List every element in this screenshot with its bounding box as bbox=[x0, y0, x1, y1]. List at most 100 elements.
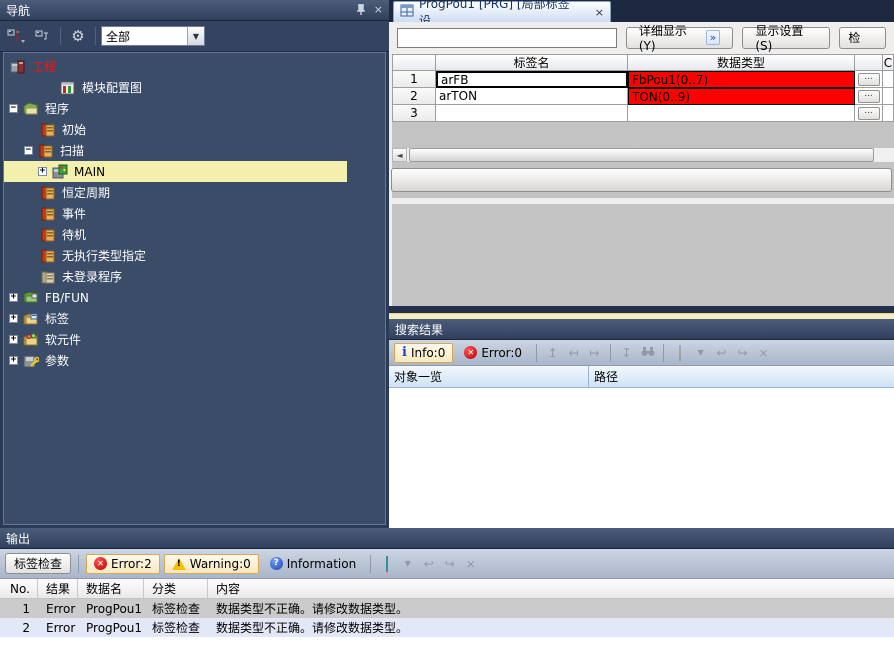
tree-item-device[interactable]: + 软元件 bbox=[4, 329, 385, 350]
tree-display-mode-icon[interactable] bbox=[4, 25, 28, 47]
highlight-swatch-icon[interactable] bbox=[378, 557, 395, 571]
ellipsis-button[interactable]: ... bbox=[858, 107, 880, 120]
expand-icon[interactable]: + bbox=[38, 167, 47, 176]
expand-icon[interactable]: + bbox=[9, 356, 18, 365]
tree-item-label: 待机 bbox=[62, 226, 92, 243]
program-exec-icon bbox=[40, 227, 56, 243]
tree-item-unregistered[interactable]: 未登录程序 bbox=[4, 266, 385, 287]
collapse-icon[interactable]: − bbox=[9, 104, 18, 113]
column-data-name[interactable]: 数据名 bbox=[78, 579, 144, 598]
grid-cell-label-name[interactable]: arTON bbox=[436, 88, 628, 105]
output-row[interactable]: 1 Error ProgPou1 标签检查 数据类型不正确。请修改数据类型。 bbox=[0, 599, 894, 618]
ellipsis-button[interactable]: ... bbox=[858, 90, 880, 103]
output-row[interactable]: 2 Error ProgPou1 标签检查 数据类型不正确。请修改数据类型。 bbox=[0, 618, 894, 637]
grid-cell-cut[interactable] bbox=[883, 105, 894, 122]
tree-item-label-group[interactable]: + 标签 bbox=[4, 308, 385, 329]
column-content[interactable]: 内容 bbox=[208, 579, 894, 598]
jump-next-icon[interactable]: ↪ bbox=[441, 557, 458, 571]
tree-item-program[interactable]: − 程序 bbox=[4, 98, 385, 119]
tree-item-no-exec-type[interactable]: 无执行类型指定 bbox=[4, 245, 385, 266]
tree-item-event[interactable]: 事件 bbox=[4, 203, 385, 224]
jump-clear-icon[interactable]: ⨯ bbox=[462, 557, 479, 571]
grid-row-number[interactable]: 1 bbox=[392, 71, 436, 88]
detail-display-button[interactable]: 详细显示(Y) » bbox=[626, 27, 734, 49]
info-filter-button[interactable]: i Info:0 bbox=[394, 343, 453, 363]
error-filter-button[interactable]: ✕ Error:2 bbox=[86, 554, 160, 574]
tree-item-initial[interactable]: 初始 bbox=[4, 119, 385, 140]
jump-next-icon[interactable]: ↪ bbox=[734, 346, 751, 360]
grid-header-data-type[interactable]: 数据类型 bbox=[628, 54, 855, 71]
program-exec-icon bbox=[40, 185, 56, 201]
column-result[interactable]: 结果 bbox=[38, 579, 78, 598]
horizontal-scrollbar[interactable]: ◄ bbox=[392, 148, 894, 162]
program-exec-icon bbox=[40, 122, 56, 138]
grid-row-number[interactable]: 2 bbox=[392, 88, 436, 105]
grid-cell-data-type[interactable] bbox=[628, 105, 855, 122]
binoculars-icon[interactable] bbox=[639, 346, 656, 360]
grid-cell-data-type-error[interactable]: TON(0..9) bbox=[628, 88, 855, 105]
tree-item-parameter[interactable]: + 参数 bbox=[4, 350, 385, 371]
tree-item-fbfun[interactable]: + FB/FUN bbox=[4, 287, 385, 308]
pin-icon[interactable] bbox=[356, 4, 366, 17]
gear-icon[interactable]: ⚙ bbox=[66, 25, 90, 47]
jump-previous-icon[interactable]: ↩ bbox=[420, 557, 437, 571]
information-filter-button[interactable]: ? Information bbox=[263, 554, 363, 574]
tree-item-module-config[interactable]: 模块配置图 bbox=[4, 77, 385, 98]
close-icon[interactable]: × bbox=[374, 4, 383, 17]
label-grid: 标签名 数据类型 C 1 arFB FbPou1(0..7) ... 2 arT… bbox=[392, 54, 894, 122]
tree-item-scan[interactable]: − 扫描 bbox=[4, 140, 385, 161]
tree-item-project[interactable]: 工程 bbox=[4, 56, 385, 77]
jump-previous-icon[interactable]: ↩ bbox=[713, 346, 730, 360]
highlight-swatch-icon[interactable] bbox=[671, 346, 688, 360]
goto-previous-icon[interactable]: ↤ bbox=[565, 346, 582, 360]
scroll-left-icon[interactable]: ◄ bbox=[392, 148, 407, 162]
tree-filter-dropdown[interactable]: 全部 ▼ bbox=[101, 26, 205, 46]
navigation-panel: 导航 × ⚙ 全部 ▼ 工程 模块配置图 bbox=[0, 0, 389, 528]
grid-cell-data-type-error[interactable]: FbPou1(0..7) bbox=[628, 71, 855, 88]
close-icon[interactable]: × bbox=[595, 6, 604, 19]
editor-toolbar: 详细显示(Y) » 显示设置(S) 检 bbox=[389, 22, 894, 53]
column-path[interactable]: 路径 bbox=[589, 368, 618, 385]
grid-header-label-name[interactable]: 标签名 bbox=[436, 54, 628, 71]
grid-cell-label-name[interactable] bbox=[436, 105, 628, 122]
column-category[interactable]: 分类 bbox=[144, 579, 208, 598]
tree-item-label: 初始 bbox=[62, 121, 92, 138]
navigation-title: 导航 bbox=[6, 2, 30, 19]
label-filter-input[interactable] bbox=[397, 28, 617, 48]
display-settings-button[interactable]: 显示设置(S) bbox=[742, 27, 830, 49]
search-results-content[interactable] bbox=[389, 388, 894, 528]
column-no[interactable]: No. bbox=[0, 579, 38, 598]
chevron-down-icon[interactable]: ▼ bbox=[399, 559, 416, 568]
expand-icon[interactable]: + bbox=[9, 314, 18, 323]
tree-item-label: 事件 bbox=[62, 205, 92, 222]
expand-icon[interactable]: + bbox=[9, 335, 18, 344]
column-object-list[interactable]: 对象一览 bbox=[389, 366, 589, 387]
collapse-icon[interactable]: − bbox=[24, 146, 33, 155]
grid-cell-cut[interactable] bbox=[883, 88, 894, 105]
tab-progpou1-local-label[interactable]: ProgPou1 [PRG] [局部标签设... × bbox=[393, 1, 611, 22]
toolbar-separator bbox=[610, 344, 611, 362]
chevron-down-icon[interactable]: ▼ bbox=[692, 348, 709, 357]
goto-next-icon[interactable]: ↦ bbox=[586, 346, 603, 360]
label-check-button[interactable]: 标签检查 bbox=[5, 553, 71, 574]
jump-clear-icon[interactable]: ⨯ bbox=[755, 346, 772, 360]
grid-cell-label-name[interactable]: arFB bbox=[436, 71, 628, 88]
tree-item-main[interactable]: + MAIN bbox=[4, 161, 347, 182]
error-filter-button[interactable]: ✕ Error:0 bbox=[457, 343, 529, 363]
grid-row-number[interactable]: 3 bbox=[392, 105, 436, 122]
information-icon: ? bbox=[270, 557, 283, 570]
goto-last-icon[interactable]: ↧ bbox=[618, 346, 635, 360]
tree-collapse-icon[interactable] bbox=[31, 25, 55, 47]
toolbar-separator bbox=[370, 555, 371, 573]
ellipsis-button[interactable]: ... bbox=[858, 73, 880, 86]
check-button[interactable]: 检 bbox=[839, 27, 886, 49]
expand-icon[interactable]: + bbox=[9, 293, 18, 302]
document-tabbar: ProgPou1 [PRG] [局部标签设... × bbox=[389, 0, 894, 22]
grid-cell-cut[interactable] bbox=[883, 71, 894, 88]
tree-item-standby[interactable]: 待机 bbox=[4, 224, 385, 245]
goto-first-icon[interactable]: ↥ bbox=[544, 346, 561, 360]
scrollbar-thumb[interactable] bbox=[409, 148, 874, 162]
tree-item-fixed-cycle[interactable]: 恒定周期 bbox=[4, 182, 385, 203]
tree-item-label: 恒定周期 bbox=[62, 184, 116, 201]
warning-filter-button[interactable]: Warning:0 bbox=[164, 554, 259, 574]
